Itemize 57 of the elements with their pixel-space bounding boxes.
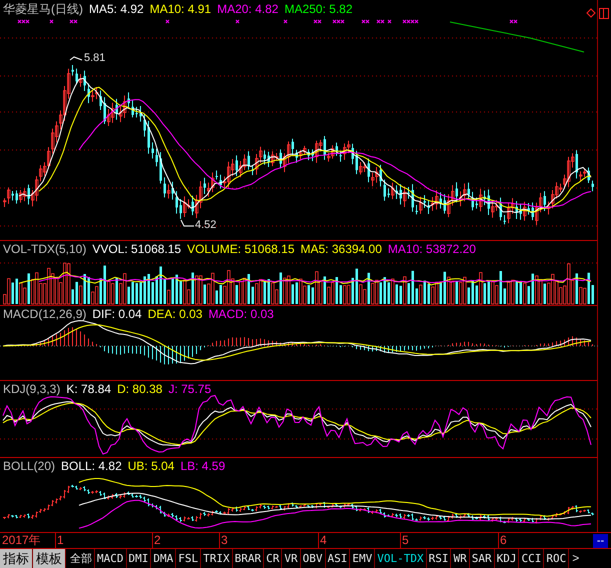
legend-value: DIF: 0.04	[92, 307, 142, 322]
indicator-tab[interactable]: TRIX	[201, 549, 233, 568]
diamond-icon[interactable]	[586, 8, 596, 18]
indicator-tab[interactable]: ASI	[326, 549, 350, 568]
price-label: 5.81	[84, 52, 106, 65]
stock-title: 华菱星马(日线)	[3, 2, 83, 17]
indicator-title: MACD(12,26,9)	[3, 307, 86, 322]
indicator-tab[interactable]: MACD	[95, 549, 126, 568]
month-label: 6	[500, 533, 507, 548]
month-label: 4	[320, 533, 327, 548]
indicator-tab[interactable]: DMI	[126, 549, 152, 568]
panel-icon[interactable]	[599, 8, 609, 19]
leader-line	[180, 220, 194, 226]
month-label: 2	[154, 533, 161, 548]
leader-line	[70, 56, 82, 60]
legend-value: VOLUME: 51068.15	[187, 242, 294, 257]
legend-value: MA250: 5.82	[284, 2, 352, 17]
indicator-tab[interactable]: CCI	[519, 549, 544, 568]
legend-value: D: 80.38	[117, 382, 162, 397]
next-tabs-button[interactable]: >	[569, 549, 611, 568]
legend-value: MA5: 4.92	[89, 2, 144, 17]
end-button[interactable]: --	[593, 534, 608, 548]
month-label: 5	[402, 533, 409, 548]
legend-value: J: 75.75	[168, 382, 212, 397]
indicator-title: VOL-TDX(5,10)	[3, 242, 86, 257]
indicator-tab[interactable]: 模板	[33, 549, 66, 568]
indicator-tab[interactable]: WR	[451, 549, 470, 568]
legend-value: K: 78.84	[66, 382, 112, 397]
legend-value: MA20: 4.82	[217, 2, 278, 17]
indicator-tab[interactable]: ROC	[544, 549, 570, 568]
year-label: 2017年	[2, 533, 41, 548]
indicator-tab[interactable]: RSI	[426, 549, 452, 568]
month-label: 3	[221, 533, 228, 548]
indicator-title: BOLL(20)	[3, 459, 56, 474]
legend-value: VVOL: 51068.15	[92, 242, 182, 257]
indicator-tab[interactable]: SAR	[470, 549, 495, 568]
legend-value: MA10: 53872.20	[388, 242, 476, 257]
indicator-tab[interactable]: VOL-TDX	[375, 549, 427, 568]
legend-value: DEA: 0.03	[148, 307, 202, 322]
indicator-tab[interactable]: BRAR	[232, 549, 264, 568]
indicator-tab[interactable]: EMV	[350, 549, 376, 568]
price-label: 4.52	[195, 219, 216, 232]
legend-value: UB: 5.04	[128, 459, 174, 474]
legend-value: MACD: 0.03	[208, 307, 274, 322]
month-label: 1	[57, 533, 64, 548]
legend-value: LB: 4.59	[180, 459, 226, 474]
indicator-tab[interactable]: DMA	[151, 549, 176, 568]
indicator-tab[interactable]: VR	[282, 549, 301, 568]
indicator-tab[interactable]: CR	[264, 549, 282, 568]
indicator-tab[interactable]: 全部	[68, 549, 95, 568]
legend-value: MA10: 4.91	[150, 2, 212, 17]
indicator-tab[interactable]: 指标	[0, 549, 33, 568]
indicator-tab[interactable]: OBV	[300, 549, 326, 568]
legend-value: MA5: 36394.00	[300, 242, 382, 257]
indicator-tab[interactable]: KDJ	[494, 549, 520, 568]
legend-value: BOLL: 4.82	[61, 459, 122, 474]
indicator-title: KDJ(9,3,3)	[3, 382, 60, 397]
